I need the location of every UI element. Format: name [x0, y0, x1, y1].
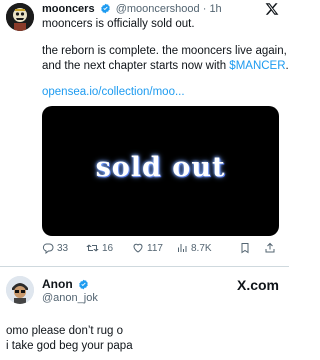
verified-icon [78, 279, 89, 293]
reply-button[interactable]: 33 [42, 242, 68, 254]
like-count: 117 [147, 242, 163, 254]
author-handle[interactable]: @mooncershood [116, 3, 200, 15]
like-button[interactable]: 117 [132, 242, 163, 254]
tweet-action-bar: 33 16 117 8.7K [42, 242, 279, 258]
opensea-link[interactable]: opensea.io/collection/moo... [42, 86, 185, 98]
reply-text-line-2: i take god beg your papa [6, 340, 133, 352]
verified-icon [100, 3, 111, 18]
separator-dot: · [202, 3, 207, 15]
tweet-text-line-3: and the next chapter starts now with $MA… [42, 59, 289, 74]
retweet-icon [86, 242, 99, 254]
tweet-header: mooncers @mooncershood · 1h [42, 3, 222, 18]
retweet-count: 16 [102, 242, 114, 254]
share-button[interactable] [264, 242, 276, 254]
tweet-media-image[interactable]: sold out [42, 106, 279, 236]
tweet-text-line-1: mooncers is officially sold out. [42, 18, 195, 30]
reply-author-handle[interactable]: @anon_jok [42, 292, 98, 304]
reply-author-avatar[interactable] [6, 276, 34, 304]
author-name[interactable]: mooncers [42, 3, 95, 15]
tweet-text-line-3-suffix: . [285, 60, 289, 72]
tweet-card[interactable]: mooncers @mooncershood · 1h mooncers is … [0, 0, 289, 266]
x-logo-icon[interactable] [265, 2, 279, 16]
views-count: 8.7K [191, 242, 212, 254]
xcom-brand: X.com [236, 277, 279, 293]
retweet-button[interactable]: 16 [86, 242, 113, 254]
views-button[interactable]: 8.7K [176, 242, 212, 254]
like-icon [132, 242, 144, 254]
media-sold-out-text: sold out [95, 152, 226, 183]
views-icon [176, 242, 188, 254]
cashtag-link[interactable]: $MANCER [229, 60, 285, 72]
reply-author-name[interactable]: Anon [42, 277, 91, 293]
tweet-time[interactable]: 1h [209, 3, 221, 15]
author-avatar[interactable] [6, 3, 34, 31]
tweet-text-line-3-prefix: and the next chapter starts now with [42, 60, 230, 72]
tweet-text-line-2: the reborn is complete. the mooncers liv… [42, 45, 287, 57]
share-icon [264, 242, 276, 254]
reply-author-name-text: Anon [42, 277, 73, 291]
bookmark-icon [239, 242, 251, 254]
reply-text-line-1: omo please don’t rug o [6, 325, 123, 337]
divider [0, 266, 289, 267]
reply-count: 33 [57, 242, 69, 254]
bookmark-button[interactable] [239, 242, 251, 254]
reply-icon [42, 242, 54, 254]
